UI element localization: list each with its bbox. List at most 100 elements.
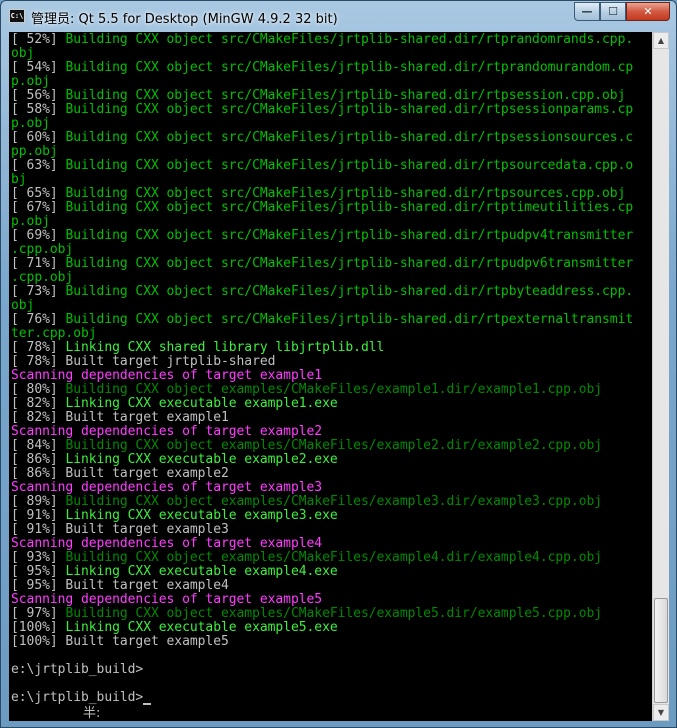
console-text-segment: Building CXX object src/CMakeFiles/jrtpl… [65, 200, 634, 215]
console-line: [ 82%] Linking CXX executable example1.e… [11, 397, 338, 411]
console-text-segment: Building CXX object src/CMakeFiles/jrtpl… [65, 228, 634, 243]
console-text-segment: Linking CXX executable example4.exe [65, 564, 338, 579]
console-line: obj [11, 299, 34, 313]
close-button[interactable]: ✕ [626, 2, 670, 21]
scroll-down-arrow-icon[interactable]: ▼ [653, 704, 669, 721]
console-line: [ 69%] Building CXX object src/CMakeFile… [11, 229, 633, 243]
console-text-segment: [ 82%] [11, 396, 66, 411]
console-text-segment: [ 89%] [11, 494, 66, 509]
console-line: [ 82%] Built target example1 [11, 411, 229, 425]
console-line: [ 71%] Building CXX object src/CMakeFile… [11, 257, 633, 271]
command-prompt[interactable]: e:\jrtplib_build> [11, 691, 152, 705]
scroll-up-arrow-icon[interactable]: ▲ [653, 32, 669, 49]
console-text-segment: Building CXX object examples/CMakeFiles/… [65, 438, 603, 453]
console-text-segment: [ 71%] [11, 256, 66, 271]
console-text-segment: [ 93%] [11, 550, 66, 565]
console-line: [ 54%] Building CXX object src/CMakeFile… [11, 61, 633, 75]
console-line: .cpp.obj [11, 243, 73, 257]
console-text-segment: [ 63%] [11, 158, 66, 173]
console-text-segment: Building CXX object src/CMakeFiles/jrtpl… [65, 284, 634, 299]
console-line: [ 56%] Building CXX object src/CMakeFile… [11, 89, 625, 103]
console-line: [ 93%] Building CXX object examples/CMak… [11, 551, 602, 565]
console-line: [ 60%] Building CXX object src/CMakeFile… [11, 131, 633, 145]
console-line: p.obj [11, 215, 50, 229]
console-line: [ 95%] Linking CXX executable example4.e… [11, 565, 338, 579]
console-app-icon[interactable]: C:\ [9, 9, 25, 23]
console-line: ter.cpp.obj [11, 327, 97, 341]
console-text-segment: Building CXX object src/CMakeFiles/jrtpl… [65, 256, 634, 271]
console-text-segment: Building CXX object src/CMakeFiles/jrtpl… [65, 312, 634, 327]
console-text-segment: [ 84%] [11, 438, 66, 453]
console-line: bj [11, 173, 27, 187]
console-text-segment: Scanning dependencies of target example4 [11, 536, 323, 551]
console-text-segment: Linking CXX executable example3.exe [65, 508, 338, 523]
console-line: [ 95%] Built target example4 [11, 579, 229, 593]
console-line: [ 63%] Building CXX object src/CMakeFile… [11, 159, 633, 173]
console-line: pp.obj [11, 145, 58, 159]
vertical-scrollbar[interactable]: ▲ ▼ [652, 32, 669, 721]
console-text-segment: Scanning dependencies of target example3 [11, 480, 323, 495]
console-line: [ 76%] Building CXX object src/CMakeFile… [11, 313, 633, 327]
console-text-segment: [ 78%] [11, 340, 66, 355]
console-text-segment: .cpp.obj [11, 242, 74, 257]
console-line: Scanning dependencies of target example2 [11, 425, 322, 439]
console-line: Scanning dependencies of target example5 [11, 593, 322, 607]
console-text-segment: p.obj [11, 74, 50, 89]
console-text-segment: [ 78%] Built target jrtplib-shared [11, 354, 276, 369]
console-text-segment: Scanning dependencies of target example5 [11, 592, 323, 607]
console-text-segment: .cpp.obj [11, 270, 74, 285]
console-text-segment: [ 86%] Built target example2 [11, 466, 229, 481]
console-text-segment: Linking CXX executable example1.exe [65, 396, 338, 411]
console-line: [ 84%] Building CXX object examples/CMak… [11, 439, 602, 453]
console-text-segment: Building CXX object examples/CMakeFiles/… [65, 382, 603, 397]
console-text-segment: Building CXX object examples/CMakeFiles/… [65, 550, 603, 565]
maximize-button[interactable]: ☐ [600, 2, 626, 21]
console-text-segment: Building CXX object src/CMakeFiles/jrtpl… [65, 60, 634, 75]
console-line: [ 65%] Building CXX object src/CMakeFile… [11, 187, 625, 201]
console-line: [ 97%] Building CXX object examples/CMak… [11, 607, 602, 621]
console-text-segment: [ 91%] [11, 508, 66, 523]
console-text-segment: obj [11, 298, 35, 313]
console-line: obj [11, 47, 34, 61]
console-text-segment: pp.obj [11, 144, 58, 159]
console-line: [ 91%] Linking CXX executable example3.e… [11, 509, 338, 523]
text-cursor [143, 703, 152, 705]
console-text-segment: Building CXX object src/CMakeFiles/jrtpl… [65, 130, 634, 145]
console-output[interactable]: [ 52%] Building CXX object src/CMakeFile… [9, 32, 652, 721]
console-text-segment: [ 52%] [11, 32, 66, 47]
minimize-button[interactable]: — [574, 2, 600, 21]
window-title: 管理员: Qt 5.5 for Desktop (MinGW 4.9.2 32 … [31, 12, 338, 27]
console-text-segment: [100%] [11, 620, 66, 635]
console-line: [ 78%] Linking CXX shared library libjrt… [11, 341, 384, 355]
console-text-segment: Scanning dependencies of target example2 [11, 424, 323, 439]
console-text-segment: [ 86%] [11, 452, 66, 467]
console-line: [ 52%] Building CXX object src/CMakeFile… [11, 33, 633, 47]
console-text-segment: [ 67%] [11, 200, 66, 215]
console-text-segment: Building CXX object src/CMakeFiles/jrtpl… [65, 158, 634, 173]
console-text-segment: Building CXX object src/CMakeFiles/jrtpl… [65, 88, 626, 103]
command-prompt[interactable]: e:\jrtplib_build> [11, 663, 143, 677]
console-text-segment: [ 56%] [11, 88, 66, 103]
scrollbar-thumb[interactable] [654, 598, 668, 703]
console-window: C:\ 管理员: Qt 5.5 for Desktop (MinGW 4.9.2… [0, 0, 677, 728]
console-text-segment: [ 76%] [11, 312, 66, 327]
console-text-segment: Building CXX object examples/CMakeFiles/… [65, 494, 603, 509]
console-text-segment: Linking CXX executable example5.exe [65, 620, 338, 635]
console-text-segment: bj [11, 172, 27, 187]
console-line: [ 78%] Built target jrtplib-shared [11, 355, 275, 369]
console-line: [ 91%] Built target example3 [11, 523, 229, 537]
console-line: p.obj [11, 75, 50, 89]
console-line: [ 73%] Building CXX object src/CMakeFile… [11, 285, 633, 299]
console-line: Scanning dependencies of target example3 [11, 481, 322, 495]
console-line: Scanning dependencies of target example1 [11, 369, 322, 383]
console-text-segment: obj [11, 46, 35, 61]
console-line: [ 86%] Linking CXX executable example2.e… [11, 453, 338, 467]
console-text-segment: Linking CXX shared library libjrtplib.dl… [65, 340, 385, 355]
console-line: [ 89%] Building CXX object examples/CMak… [11, 495, 602, 509]
console-text-segment: Building CXX object src/CMakeFiles/jrtpl… [65, 186, 626, 201]
console-line: Scanning dependencies of target example4 [11, 537, 322, 551]
console-line: [100%] Built target example5 [11, 635, 229, 649]
console-text-segment: [ 58%] [11, 102, 66, 117]
console-line: [100%] Linking CXX executable example5.e… [11, 621, 338, 635]
title-bar[interactable]: C:\ 管理员: Qt 5.5 for Desktop (MinGW 4.9.2… [1, 1, 676, 31]
